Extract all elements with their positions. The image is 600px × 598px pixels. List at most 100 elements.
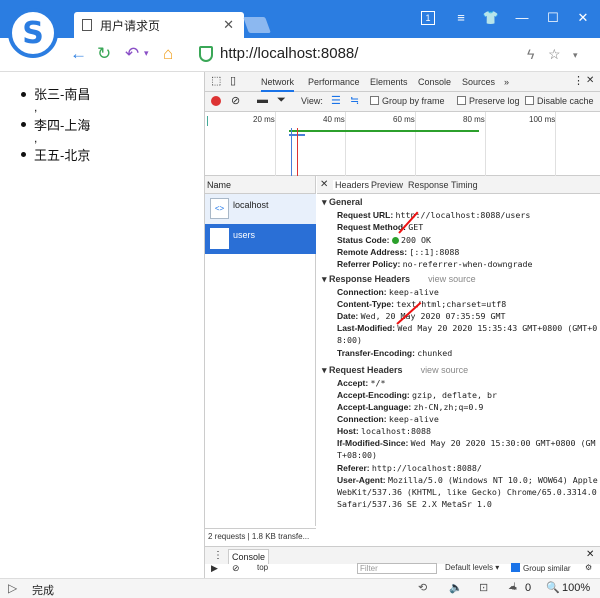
tab-performance[interactable]: Performance [308,77,360,87]
status-bar: ▷ 完成 ⟲ 🔈 ⊡ ☁ ⤓ 0 🔍 100% [0,578,600,598]
context-select[interactable]: top [257,563,268,572]
close-drawer-icon[interactable]: ✕ [586,549,594,560]
close-window-icon[interactable]: ✕ [574,10,592,26]
screenshot-icon[interactable]: ⊡ [479,581,488,594]
tab-console[interactable]: Console [418,77,451,87]
url-field[interactable]: http://localhost:8088/ [220,45,358,62]
bullet [21,122,26,127]
general-row: Status Code: 200 OK [337,235,432,245]
tab-sources[interactable]: Sources [462,77,495,87]
disable-cache-checkbox[interactable]: Disable cache [525,96,594,106]
requests-summary: 2 requests | 1.8 KB transfe... [205,528,316,544]
large-rows-icon[interactable]: ☰ [331,94,341,107]
response-header-row: Connection: keep-alive [337,287,439,297]
tab-network[interactable]: Network [261,77,295,92]
general-section-title[interactable]: ▾ General [322,197,363,208]
detail-tabs: ✕ Headers Preview Response Timing [317,176,600,194]
menu-icon[interactable]: ≡ [452,10,470,25]
request-name: localhost [233,200,269,210]
play-icon[interactable]: ▷ [8,581,17,595]
back-icon[interactable]: ← [70,44,87,64]
network-overview-timeline[interactable]: 20 ms 40 ms 60 ms 80 ms 100 ms [205,112,600,176]
request-row-users[interactable]: users [205,224,316,254]
tab-elements[interactable]: Elements [370,77,408,87]
console-filter-input[interactable]: Filter [357,563,437,574]
name-column-header[interactable]: Name [205,176,315,194]
view-label: View: [301,96,323,106]
timeline-bar [207,116,208,126]
console-tab[interactable]: Console [228,549,270,564]
timeline-tick: 60 ms [393,115,415,124]
secure-shield-icon [199,46,213,62]
execute-icon[interactable]: ▶ [211,563,218,574]
refresh-icon[interactable]: ↻ [97,44,111,64]
new-tab-button[interactable] [243,17,271,33]
list-item: 张三-南昌 [34,87,91,102]
general-row: Remote Address: [::1]:8088 [337,247,460,257]
view-source-link[interactable]: view source [421,365,469,375]
device-toggle-icon[interactable]: ▯ [230,74,236,87]
accelerate-icon[interactable]: ⟲ [418,581,427,594]
title-bar: 用户请求页 ✕ 1 ≡ 👕 — ☐ ✕ [0,0,600,38]
lightning-icon[interactable]: ϟ [527,46,534,62]
close-devtools-icon[interactable]: ✕ [586,75,594,86]
status-text: 完成 [32,585,54,597]
chevron-down-icon[interactable]: ▾ [144,48,149,59]
tab-preview[interactable]: Preview [371,180,403,190]
log-levels-dropdown[interactable]: Default levels ▾ [445,563,499,572]
group-by-frame-checkbox[interactable]: Group by frame [370,96,445,106]
timeline-tick: 100 ms [529,115,556,124]
clear-console-icon[interactable]: ⊘ [232,563,240,574]
response-header-row: Transfer-Encoding: chunked [337,348,453,358]
separator: , [34,131,38,145]
request-header-row: Host: localhost:8088 [337,426,431,436]
record-icon[interactable] [211,96,221,106]
filter-icon[interactable]: ⏷ [277,94,286,107]
console-drawer-bar: ⋮ Console ✕ [205,546,600,564]
maximize-icon[interactable]: ☐ [544,10,562,26]
timeline-tick: 80 ms [463,115,485,124]
tab-headers[interactable]: Headers [333,180,372,190]
general-row: Request Method: GET [337,222,424,232]
drawer-menu-icon[interactable]: ⋮ [213,550,223,561]
skin-icon[interactable]: 👕 [482,10,500,26]
group-similar-checkbox[interactable]: Group similar [511,563,571,573]
preserve-log-checkbox[interactable]: Preserve log [457,96,520,106]
minimize-icon[interactable]: — [513,10,531,25]
browser-tab[interactable]: 用户请求页 ✕ [74,12,244,38]
more-tabs-icon[interactable]: » [504,77,509,87]
request-headers-title[interactable]: ▾ Request Headers view source [322,365,468,376]
reader-icon[interactable]: 1 [421,11,435,25]
tab-title: 用户请求页 [100,18,161,33]
zoom-icon[interactable]: 🔍 [546,581,560,594]
response-header-row: Date: Wed, 20 May 2020 07:35:59 GMT [337,311,506,321]
console-settings-icon[interactable]: ⚙ [585,563,592,572]
address-dropdown-icon[interactable]: ▾ [573,50,578,61]
star-icon[interactable]: ☆ [548,46,561,63]
response-headers-title[interactable]: ▾ Response Headers view source [322,274,476,285]
bullet [21,152,26,157]
request-header-row: Connection: keep-alive [337,414,439,424]
sound-icon[interactable]: 🔈 [449,581,463,594]
inspect-icon[interactable]: ⬚ [211,74,221,87]
timeline-tick: 20 ms [253,115,275,124]
request-header-row: Accept: */* [337,378,386,388]
zoom-level[interactable]: 100% [562,582,590,594]
undo-icon[interactable]: ↶ [125,44,139,64]
download-count: 0 [525,582,532,594]
camera-icon[interactable]: ▬ [257,94,268,106]
devtools-tabs: ⬚ ▯ Network Performance Elements Console… [205,72,600,92]
tab-timing[interactable]: Timing [451,180,478,190]
download-icon[interactable]: ⤓ [512,581,517,594]
clear-icon[interactable]: ⊘ [231,94,240,107]
close-tab-icon[interactable]: ✕ [223,17,234,33]
view-source-link[interactable]: view source [428,274,476,284]
waterfall-icon[interactable]: ≒ [350,94,359,107]
more-options-icon[interactable]: ⋮ [573,74,584,87]
request-header-row: WebKit/537.36 (KHTML, like Gecko) Chrome… [337,487,597,497]
tab-response[interactable]: Response [408,180,449,190]
close-detail-icon[interactable]: ✕ [320,179,328,190]
timeline-bar [289,130,479,132]
request-row-localhost[interactable]: <> localhost [205,194,316,224]
home-icon[interactable]: ⌂ [163,44,173,64]
